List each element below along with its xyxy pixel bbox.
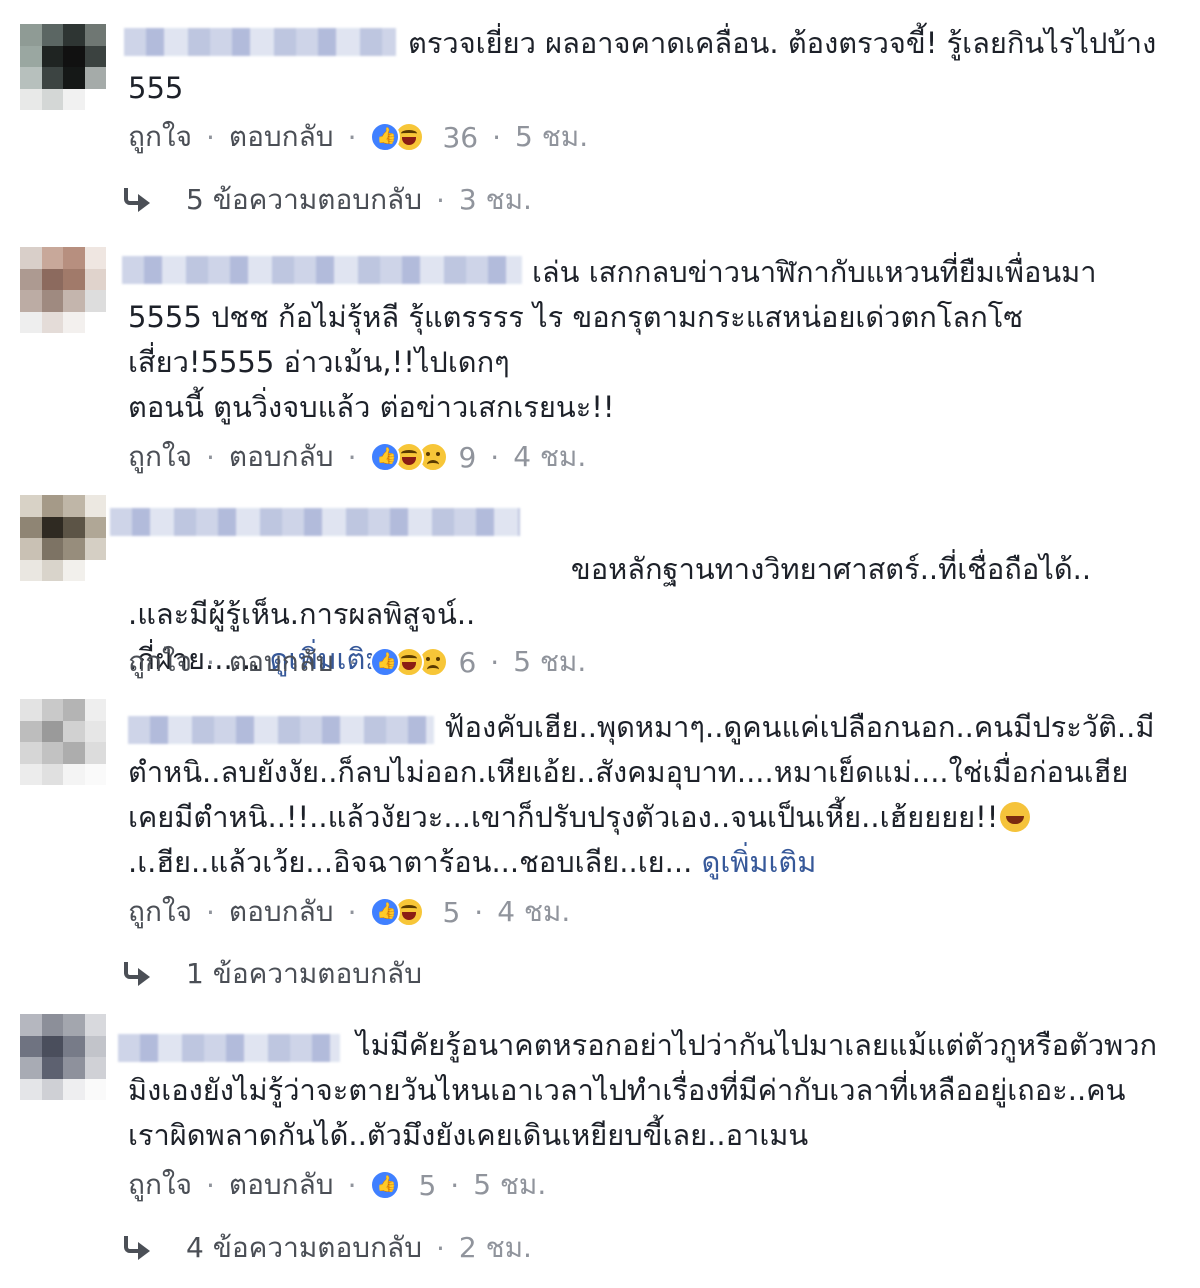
see-more-link[interactable]: ดูเพิ่มเติม xyxy=(702,845,817,879)
comment-text: ขอหลักฐานทางวิทยาศาสตร์..ที่เชื่อถือได้.… xyxy=(128,502,1160,727)
avatar[interactable] xyxy=(20,24,106,110)
separator: · xyxy=(205,440,215,474)
reply-arrow-icon xyxy=(122,188,152,212)
reaction-count[interactable]: 36 xyxy=(442,121,478,154)
comment-text: ฟ้องคับเฮีย..พุดหมาๆ..ดูคนแค่เปลือกนอก..… xyxy=(128,705,1160,885)
separator: · xyxy=(490,645,500,679)
separator: · xyxy=(490,440,500,474)
laughing-emoji-icon xyxy=(1000,802,1031,832)
replies-label: 4 ข้อความตอบกลับ xyxy=(186,1231,422,1264)
like-icon xyxy=(370,647,401,677)
like-link[interactable]: ถูกใจ xyxy=(128,890,192,934)
like-icon xyxy=(370,442,401,472)
reactions[interactable] xyxy=(370,897,425,927)
comment-actions: ถูกใจ · ตอบกลับ · 5 · 5 ชม. xyxy=(128,1165,546,1205)
timestamp[interactable]: 5 ชม. xyxy=(473,1163,546,1207)
comment-actions: ถูกใจ · ตอบกลับ · 6 · 5 ชม. xyxy=(128,642,586,682)
timestamp[interactable]: 4 ชม. xyxy=(513,435,586,479)
reply-arrow-icon xyxy=(122,1236,152,1260)
reply-link[interactable]: ตอบกลับ xyxy=(229,1163,334,1207)
comment-text: เล่น เสกกลบข่าวนาฬิกากับแหวนที่ยืมเพื่อน… xyxy=(128,255,1097,424)
reaction-count[interactable]: 5 xyxy=(418,1169,436,1202)
avatar[interactable] xyxy=(20,699,106,785)
replies-label: 5 ข้อความตอบกลับ xyxy=(186,183,422,216)
reply-arrow-icon xyxy=(122,962,152,986)
comment-text: ตรวจเยี่ยว ผลอาจคาดเคลื่อน. ต้องตรวจขี้!… xyxy=(128,26,1166,105)
separator: · xyxy=(492,120,502,154)
comment-actions: ถูกใจ · ตอบกลับ · 9 · 4 ชม. xyxy=(128,437,586,477)
reply-link[interactable]: ตอบกลับ xyxy=(229,115,334,159)
separator: · xyxy=(435,183,445,217)
replies-label: 1 ข้อความตอบกลับ xyxy=(186,957,422,990)
like-link[interactable]: ถูกใจ xyxy=(128,640,192,684)
like-link[interactable]: ถูกใจ xyxy=(128,115,192,159)
view-replies[interactable]: 5 ข้อความตอบกลับ · 3 ชม. xyxy=(122,180,532,220)
reply-link[interactable]: ตอบกลับ xyxy=(229,640,334,684)
reply-link[interactable]: ตอบกลับ xyxy=(229,890,334,934)
timestamp[interactable]: 4 ชม. xyxy=(497,890,570,934)
replies-timestamp: 2 ชม. xyxy=(458,1231,532,1264)
view-replies[interactable]: 4 ข้อความตอบกลับ · 2 ชม. xyxy=(122,1228,532,1268)
separator: · xyxy=(450,1168,460,1202)
timestamp[interactable]: 5 ชม. xyxy=(515,115,588,159)
separator: · xyxy=(347,120,357,154)
view-replies[interactable]: 1 ข้อความตอบกลับ xyxy=(122,954,422,994)
like-link[interactable]: ถูกใจ xyxy=(128,435,192,479)
reactions[interactable] xyxy=(370,647,449,677)
comment-text: ไม่มีคัยรู้อนาคตหรอกอย่าไปว่ากันไปมาเลยแ… xyxy=(128,1028,1158,1152)
separator: · xyxy=(347,1168,357,1202)
separator: · xyxy=(347,440,357,474)
comment-body-continued: .เ.ฮีย..แล้วเว้ย...อิจฉาตาร้อน...ชอบเลีย… xyxy=(128,845,693,879)
separator: · xyxy=(435,1231,445,1265)
reaction-count[interactable]: 5 xyxy=(442,896,460,929)
reactions[interactable] xyxy=(370,442,449,472)
separator: · xyxy=(205,120,215,154)
avatar[interactable] xyxy=(20,495,106,581)
avatar[interactable] xyxy=(20,1014,106,1100)
like-icon xyxy=(370,122,401,152)
reactions[interactable] xyxy=(370,1170,401,1200)
separator: · xyxy=(205,1168,215,1202)
reactions[interactable] xyxy=(370,122,425,152)
comment-actions: ถูกใจ · ตอบกลับ · 5 · 4 ชม. xyxy=(128,892,570,932)
like-icon xyxy=(370,1170,401,1200)
like-link[interactable]: ถูกใจ xyxy=(128,1163,192,1207)
separator: · xyxy=(347,895,357,929)
separator: · xyxy=(347,645,357,679)
replies-timestamp: 3 ชม. xyxy=(458,183,532,216)
reply-link[interactable]: ตอบกลับ xyxy=(229,435,334,479)
reaction-count[interactable]: 6 xyxy=(458,646,476,679)
comment-actions: ถูกใจ · ตอบกลับ · 36 · 5 ชม. xyxy=(128,117,588,157)
like-icon xyxy=(370,897,401,927)
separator: · xyxy=(205,895,215,929)
reaction-count[interactable]: 9 xyxy=(458,441,476,474)
timestamp[interactable]: 5 ชม. xyxy=(513,640,586,684)
separator: · xyxy=(205,645,215,679)
avatar[interactable] xyxy=(20,247,106,333)
separator: · xyxy=(474,895,484,929)
